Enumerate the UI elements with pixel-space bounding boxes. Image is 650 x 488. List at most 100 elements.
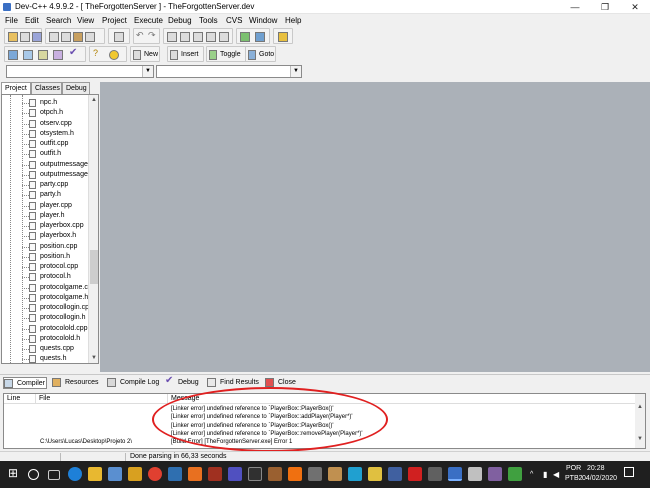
- redo-icon[interactable]: ↷: [148, 30, 158, 40]
- devcpp-taskbar-icon[interactable]: [448, 467, 462, 481]
- tree-scrollbar[interactable]: ▲ ▼: [88, 95, 98, 363]
- undo-icon[interactable]: ↶: [136, 30, 146, 40]
- language-indicator[interactable]: POR: [566, 465, 581, 472]
- scroll-up-icon[interactable]: ▲: [635, 404, 645, 410]
- email-icon[interactable]: [128, 467, 142, 481]
- replace-icon[interactable]: [180, 32, 190, 42]
- app-icon[interactable]: [428, 467, 442, 481]
- print-icon[interactable]: [73, 32, 83, 42]
- menu-debug[interactable]: Debug: [168, 16, 192, 25]
- steam-icon[interactable]: [168, 467, 182, 481]
- tree-item[interactable]: protocolold.h: [22, 334, 89, 344]
- network-icon[interactable]: ▮: [543, 470, 547, 479]
- tab-classes[interactable]: Classes: [31, 82, 62, 94]
- tab-debug[interactable]: Debug: [62, 82, 90, 94]
- tree-item[interactable]: player.h: [22, 211, 89, 221]
- scroll-down-icon[interactable]: ▼: [635, 436, 645, 442]
- task-view-icon[interactable]: [48, 470, 60, 480]
- column-header-line[interactable]: Line: [4, 394, 36, 404]
- scroll-down-icon[interactable]: ▼: [89, 353, 98, 363]
- chrome-icon[interactable]: [148, 467, 162, 481]
- tree-item[interactable]: otserv.cpp: [22, 119, 89, 129]
- tray-chevron-icon[interactable]: ^: [530, 471, 533, 478]
- tree-item[interactable]: quests.cpp: [22, 344, 89, 354]
- app-icon[interactable]: [288, 467, 302, 481]
- editor-area[interactable]: [100, 82, 650, 372]
- search-icon[interactable]: [28, 469, 39, 480]
- tree-item[interactable]: party.cpp: [22, 180, 89, 190]
- goto-line-icon[interactable]: [206, 32, 216, 42]
- tree-item[interactable]: position.h: [22, 252, 89, 262]
- find-next-icon[interactable]: [193, 32, 203, 42]
- new-button[interactable]: New: [130, 46, 160, 62]
- close-button[interactable]: ✕: [620, 0, 650, 14]
- tree-item[interactable]: outfit.cpp: [22, 139, 89, 149]
- menu-cvs[interactable]: CVS: [226, 16, 242, 25]
- run-icon[interactable]: [23, 50, 33, 60]
- menu-tools[interactable]: Tools: [199, 16, 218, 25]
- app-icon[interactable]: [408, 467, 422, 481]
- app-icon[interactable]: [388, 467, 402, 481]
- menu-help[interactable]: Help: [285, 16, 301, 25]
- tree-item[interactable]: party.h: [22, 190, 89, 200]
- tree-item[interactable]: protocollogin.cp: [22, 303, 89, 313]
- tab-project[interactable]: Project: [1, 82, 31, 94]
- menu-edit[interactable]: Edit: [25, 16, 39, 25]
- insert-button[interactable]: Insert: [167, 46, 204, 62]
- remove-from-project-icon[interactable]: [255, 32, 265, 42]
- app-icon[interactable]: [248, 467, 262, 481]
- tree-item[interactable]: outputmessage: [22, 170, 89, 180]
- store-icon[interactable]: [108, 467, 122, 481]
- discord-icon[interactable]: [228, 467, 242, 481]
- chevron-down-icon[interactable]: ▼: [142, 66, 153, 77]
- find-icon[interactable]: [167, 32, 177, 42]
- member-combo[interactable]: ▼: [156, 65, 302, 78]
- project-options-icon[interactable]: [278, 32, 288, 42]
- menu-view[interactable]: View: [77, 16, 94, 25]
- app-icon[interactable]: [508, 467, 522, 481]
- tree-item[interactable]: outputmessage: [22, 160, 89, 170]
- menu-project[interactable]: Project: [102, 16, 127, 25]
- tree-item[interactable]: protocolgame.h: [22, 293, 89, 303]
- app-icon[interactable]: [188, 467, 202, 481]
- column-header-file[interactable]: File: [36, 394, 168, 404]
- menu-window[interactable]: Window: [249, 16, 277, 25]
- printer-icon[interactable]: [114, 32, 124, 42]
- menu-file[interactable]: File: [5, 16, 18, 25]
- bookmark-icon[interactable]: [219, 32, 229, 42]
- app-icon[interactable]: [488, 467, 502, 481]
- tree-item[interactable]: playerbox.h: [22, 231, 89, 241]
- chevron-down-icon[interactable]: ▼: [290, 66, 301, 77]
- menu-execute[interactable]: Execute: [134, 16, 163, 25]
- rebuild-icon[interactable]: [53, 50, 63, 60]
- app-icon[interactable]: [208, 467, 222, 481]
- close-file-icon[interactable]: [61, 32, 71, 42]
- windows-start-icon[interactable]: ⊞: [8, 466, 22, 480]
- app-icon[interactable]: [468, 467, 482, 481]
- app-icon[interactable]: [308, 467, 322, 481]
- open-file-icon[interactable]: [20, 32, 30, 42]
- compile-run-icon[interactable]: [38, 50, 48, 60]
- app-icon[interactable]: [268, 467, 282, 481]
- app-icon[interactable]: [348, 467, 362, 481]
- tree-item[interactable]: otsystem.h: [22, 129, 89, 139]
- messages-scrollbar[interactable]: ▲ ▼: [635, 394, 645, 448]
- tree-item[interactable]: quests.h: [22, 354, 89, 363]
- help-icon[interactable]: ?: [93, 48, 103, 58]
- class-combo[interactable]: ▼: [6, 65, 154, 78]
- tree-item[interactable]: protocolgame.c: [22, 283, 89, 293]
- volume-icon[interactable]: ◀: [553, 470, 559, 479]
- copy-icon[interactable]: [85, 32, 95, 42]
- row-5-file[interactable]: C:\Users\Lucas\Desktop\Projeto 2\: [40, 439, 132, 445]
- tree-item[interactable]: protocolold.cpp: [22, 324, 89, 334]
- notification-icon[interactable]: [624, 467, 634, 477]
- goto-button[interactable]: Goto: [245, 46, 276, 62]
- tree-item[interactable]: protocol.h: [22, 272, 89, 282]
- tree-item[interactable]: protocollogin.h: [22, 313, 89, 323]
- save-all-icon[interactable]: [49, 32, 59, 42]
- app-icon[interactable]: [328, 467, 342, 481]
- tab-debug-output[interactable]: ✔ Debug: [165, 375, 203, 389]
- about-icon[interactable]: [109, 50, 119, 60]
- minimize-button[interactable]: —: [560, 0, 590, 14]
- tab-compile-log[interactable]: Compile Log: [107, 377, 162, 389]
